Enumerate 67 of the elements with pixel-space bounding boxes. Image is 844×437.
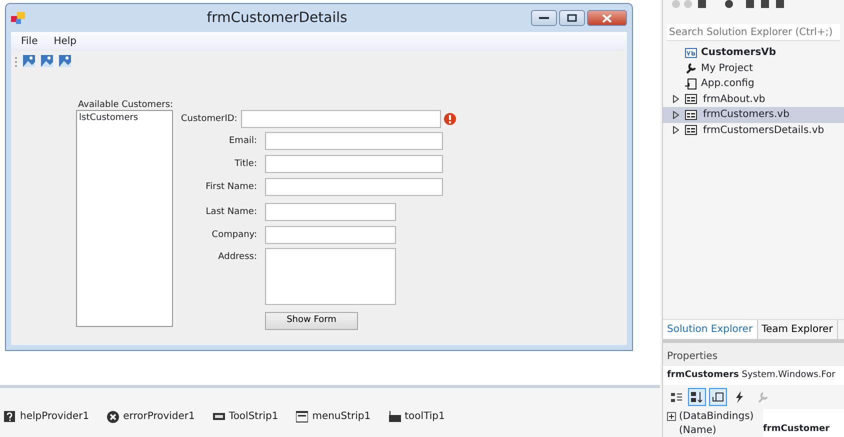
image-icon[interactable]: [41, 54, 53, 69]
property-value: frmCustomer: [763, 423, 844, 437]
property-name: (DataBindings): [679, 410, 754, 424]
field-label: Address:: [218, 251, 257, 264]
window-title: frmCustomerDetails: [206, 8, 348, 28]
component-label[interactable]: errorProvider1: [123, 409, 195, 424]
close-icon: [602, 14, 612, 22]
field-label: Email:: [228, 135, 257, 148]
menu-item[interactable]: Help: [48, 34, 83, 49]
tree-item[interactable]: CustomersVb: [701, 45, 776, 60]
maximize-button[interactable]: [559, 10, 585, 26]
component-label[interactable]: toolTip1: [404, 409, 445, 424]
input-field[interactable]: [265, 203, 396, 221]
property-name: (Name): [679, 424, 716, 437]
tooltip-icon: [388, 410, 401, 422]
object-type: System.Windows.For: [742, 370, 836, 380]
menu-item[interactable]: File: [15, 34, 44, 49]
panel-title: Properties: [663, 338, 844, 366]
expander-icon[interactable]: [673, 95, 679, 104]
show-form-button[interactable]: Show Form: [265, 312, 358, 330]
wrench-icon: [685, 62, 697, 74]
object-name: frmCustomers: [667, 370, 739, 380]
expand-icon[interactable]: [667, 412, 676, 420]
input-field[interactable]: [265, 155, 443, 173]
error-icon: [107, 410, 120, 422]
field-label: Last Name:: [206, 206, 257, 219]
properties-icon[interactable]: [709, 388, 727, 406]
expander-icon[interactable]: [673, 126, 679, 134]
tree-item[interactable]: frmCustomersDetails.vb: [703, 122, 824, 138]
minimize-button[interactable]: [531, 10, 557, 26]
file-icon: [685, 78, 697, 90]
image-icon[interactable]: [23, 54, 35, 69]
field-label: First Name:: [206, 181, 257, 194]
list-item[interactable]: lstCustomers: [79, 112, 170, 126]
expander-icon[interactable]: [673, 110, 679, 119]
tree-item[interactable]: frmCustomers.vb: [703, 107, 790, 122]
input-field[interactable]: [265, 226, 396, 244]
image-icon[interactable]: [59, 54, 71, 69]
object-selector[interactable]: frmCustomers System.Windows.For: [663, 366, 844, 385]
toolbar-icon: [212, 410, 225, 422]
tree-item[interactable]: My Project: [701, 60, 753, 76]
component-label[interactable]: helpProvider1: [20, 409, 90, 424]
minimize-icon: [539, 16, 549, 20]
tree-item[interactable]: frmAbout.vb: [703, 92, 766, 107]
project-icon: [685, 46, 697, 59]
input-field[interactable]: [265, 178, 443, 196]
form-icon: [11, 12, 25, 24]
form-icon: [685, 124, 697, 136]
component-label[interactable]: ToolStrip1: [228, 409, 278, 424]
search-field[interactable]: Search Solution Explorer (Ctrl+;): [667, 24, 840, 41]
sort-icon[interactable]: [688, 388, 706, 406]
panel-tab[interactable]: Solution Explorer: [663, 320, 758, 338]
field-label: Company:: [212, 229, 257, 242]
menu-icon: [296, 410, 308, 422]
list-label: Available Customers:: [78, 99, 174, 112]
close-button[interactable]: [587, 10, 627, 26]
tree-item[interactable]: App.config: [701, 76, 754, 92]
help-icon: [4, 410, 16, 422]
input-field[interactable]: [265, 132, 443, 150]
form-icon: [685, 93, 697, 106]
component-label[interactable]: menuStrip1: [312, 409, 371, 424]
field-label: CustomerID:: [181, 113, 238, 126]
field-label: Title:: [234, 158, 257, 171]
input-field[interactable]: [241, 110, 441, 128]
maximize-icon: [567, 14, 577, 22]
customer-list[interactable]: lstCustomers: [76, 110, 173, 327]
form-icon: [685, 108, 697, 121]
